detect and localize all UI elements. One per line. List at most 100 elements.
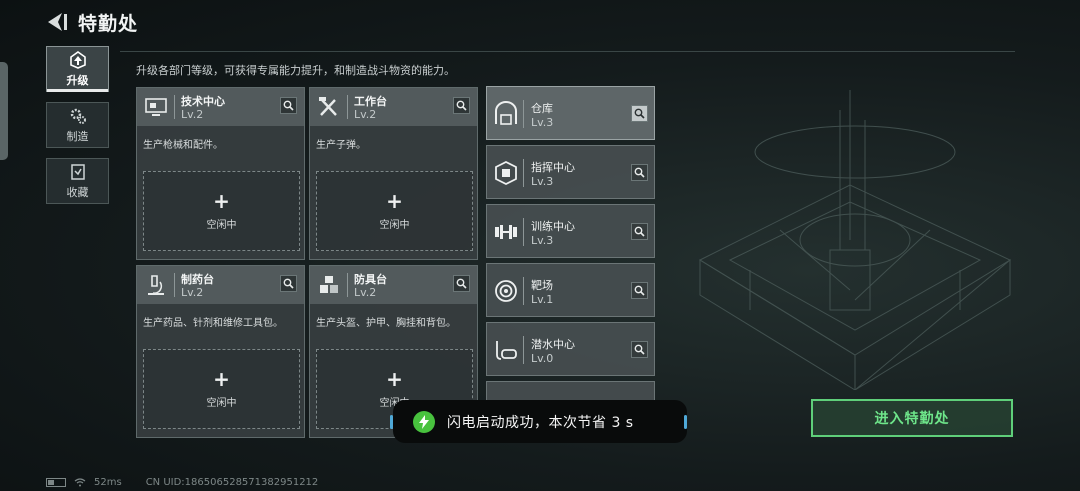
production-slot[interactable]: + 空闲中 [316,171,473,251]
facility-level: Lv.0 [531,352,554,365]
user-uid: CN UID:1865065285713829512​12 [145,477,319,488]
tab-craft-label: 制造 [66,129,89,143]
card-header: 防具台 Lv.2 [310,266,477,304]
enter-special-ops-button[interactable]: 进入特勤处 [811,399,1013,437]
card-header: 技术中心 Lv.2 [137,88,304,126]
facility-level: Lv.3 [531,175,554,188]
back-arrow-icon [48,13,67,31]
magnifier-icon [283,100,294,111]
inspect-button[interactable] [280,275,297,292]
inspect-button[interactable] [453,97,470,114]
collection-icon [70,163,85,180]
facility-name: 训练中心 [531,220,575,233]
status-bar: 52ms CN UID:1865065285713829512​12 [46,477,318,488]
card-header: 工作台 Lv.2 [310,88,477,126]
card-separator [347,95,348,119]
inspect-button[interactable] [631,341,648,358]
production-slot[interactable]: + 空闲中 [143,349,300,429]
facility-name: 靶场 [531,279,553,292]
dept-level: Lv.2 [181,108,204,121]
tab-collection-label: 收藏 [66,185,89,199]
card-separator [174,273,175,297]
card-separator [174,95,175,119]
dept-name: 防具台 [354,273,387,286]
card-header: 制药台 Lv.2 [137,266,304,304]
facility-level: Lv.1 [531,293,554,306]
magnifier-icon [634,285,645,296]
item-separator [523,277,524,305]
item-separator [523,100,524,128]
tab-craft[interactable]: 制造 [46,102,109,148]
page-subtitle: 升级各部门等级，可获得专属能力提升，和制造战斗物资的能力。 [136,64,455,77]
dept-card-pharmacy[interactable]: 制药台 Lv.2 生产药品、针剂和维修工具包。 + 空闲中 [136,265,305,438]
add-icon: + [213,188,230,213]
target-icon [495,280,517,302]
magnifier-icon [456,278,467,289]
item-separator [523,159,524,187]
item-separator [523,218,524,246]
slot-status: 空闲中 [379,219,410,231]
add-icon: + [386,188,403,213]
dept-description: 生产枪械和配件。 [143,140,223,151]
tab-collection[interactable]: 收藏 [46,158,109,204]
dept-description: 生产子弹。 [316,140,366,151]
facility-training-center[interactable]: 训练中心 Lv.3 [486,204,655,258]
facility-command-center[interactable]: 指挥中心 Lv.3 [486,145,655,199]
inspect-button[interactable] [631,282,648,299]
warehouse-icon [495,101,517,125]
toast-right-marker [684,415,687,429]
armor-cubes-icon [320,276,338,293]
magnifier-icon [456,100,467,111]
inspect-button[interactable] [631,105,648,122]
dumbbell-icon [495,225,517,239]
dept-card-tech-center[interactable]: 技术中心 Lv.2 生产枪械和配件。 + 空闲中 [136,87,305,260]
item-separator [523,336,524,364]
dept-name: 工作台 [354,95,387,108]
inspect-button[interactable] [631,223,648,240]
dept-name: 技术中心 [181,95,225,108]
dept-card-workbench[interactable]: 工作台 Lv.2 生产子弹。 + 空闲中 [309,87,478,260]
add-icon: + [386,366,403,391]
computer-icon [145,98,167,116]
edge-drawer-handle[interactable] [0,62,8,160]
slot-status: 空闲中 [206,397,237,409]
magnifier-icon [634,167,645,178]
card-separator [347,273,348,297]
building-illustration [698,90,1012,390]
dept-description: 生产头盔、护甲、胸挂和背包。 [316,318,456,329]
battery-icon [46,478,66,487]
tab-upgrade-label: 升级 [66,73,89,87]
gears-icon [70,108,86,124]
toast-notification: 闪电启动成功，本次节省 3 s [393,400,687,443]
facility-shooting-range[interactable]: 靶场 Lv.1 [486,263,655,317]
facility-warehouse[interactable]: 仓库 Lv.3 [486,86,655,140]
dept-name: 制药台 [181,273,214,286]
dept-level: Lv.2 [354,108,377,121]
inspect-button[interactable] [280,97,297,114]
page-title: 特勤处 [78,13,139,35]
inspect-button[interactable] [453,275,470,292]
dept-level: Lv.2 [354,286,377,299]
facility-name: 仓库 [531,102,553,115]
tools-icon [319,97,337,116]
dept-level: Lv.2 [181,286,204,299]
add-icon: + [213,366,230,391]
lightning-icon [413,410,435,433]
wifi-icon [74,478,86,487]
facility-name: 指挥中心 [531,161,575,174]
production-slot[interactable]: + 空闲中 [143,171,300,251]
inspect-button[interactable] [631,164,648,181]
ping-value: 52ms [94,477,122,488]
dept-description: 生产药品、针剂和维修工具包。 [143,318,283,329]
toast-message: 闪电启动成功，本次节省 3 s [447,414,634,431]
facility-diving-center[interactable]: 潜水中心 Lv.0 [486,322,655,376]
magnifier-icon [283,278,294,289]
facility-level: Lv.3 [531,234,554,247]
facility-level: Lv.3 [531,116,554,129]
back-button[interactable] [44,10,70,34]
tab-upgrade[interactable]: 升级 [46,46,109,92]
magnifier-icon [634,344,645,355]
magnifier-icon [634,108,645,119]
facility-name: 潜水中心 [531,338,575,351]
diving-mask-icon [496,341,517,360]
